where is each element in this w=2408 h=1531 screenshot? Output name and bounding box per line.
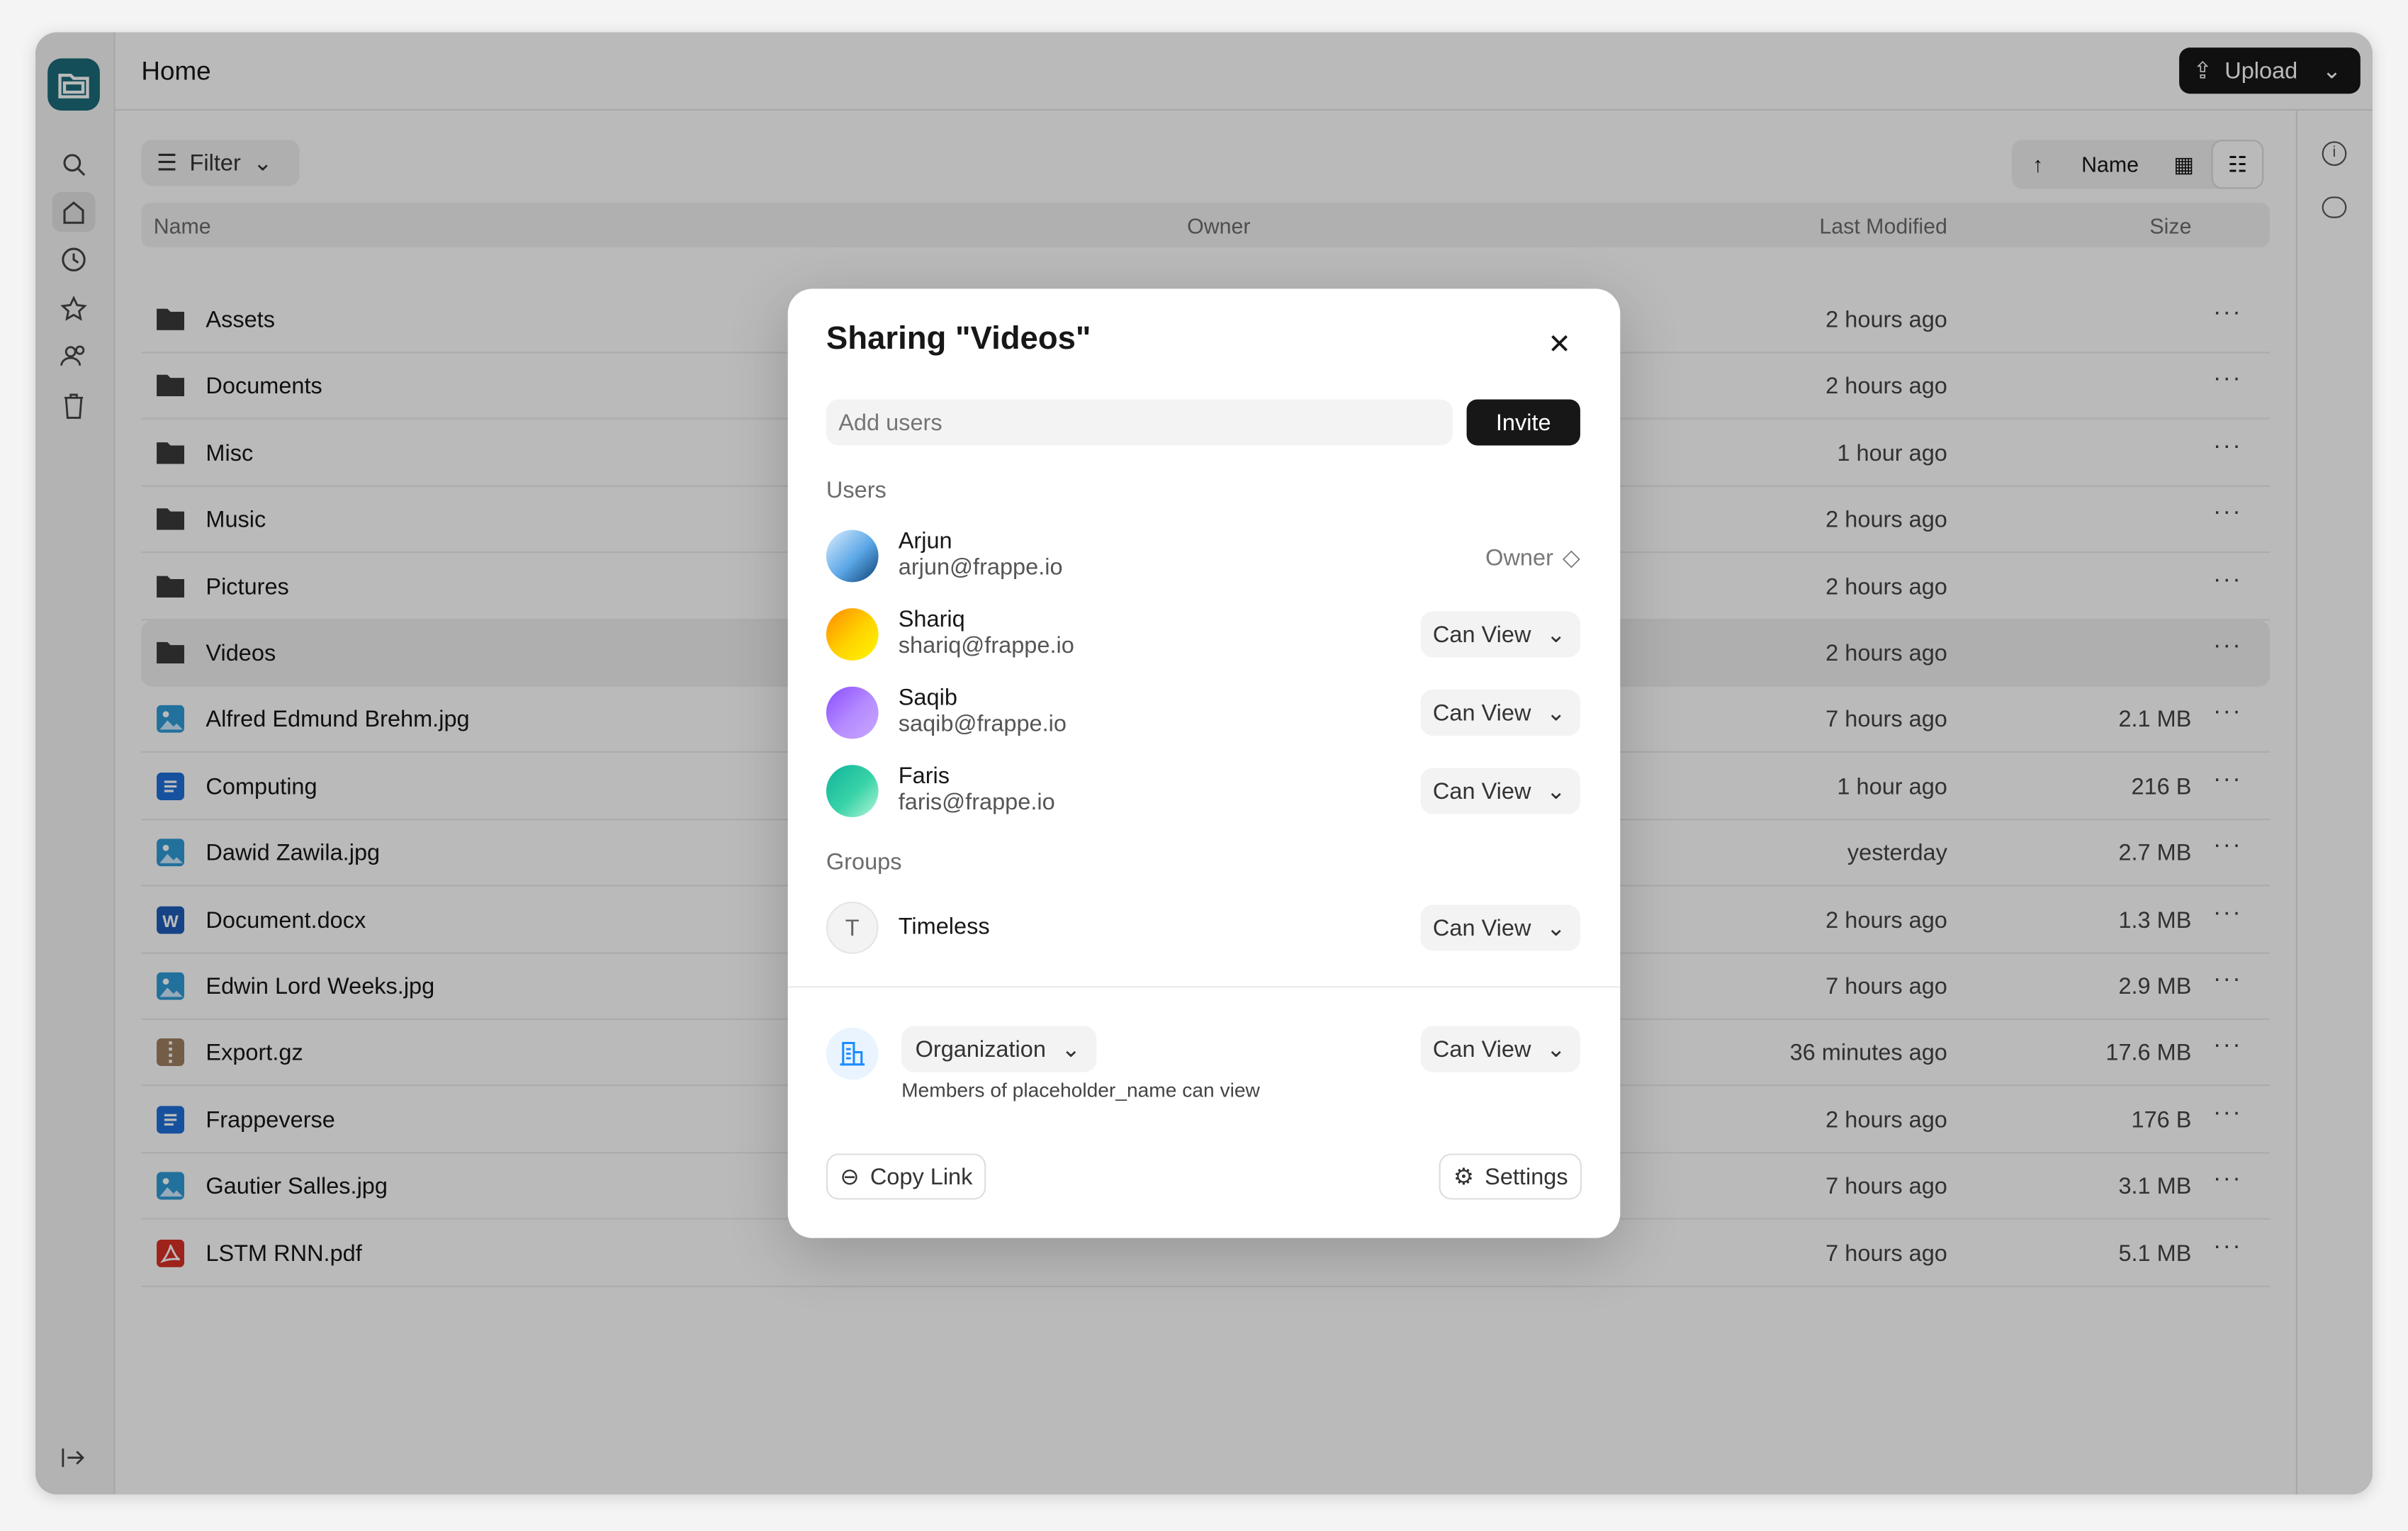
avatar [826, 765, 879, 817]
group-name: Timeless [898, 914, 990, 941]
diamond-icon: ◇ [1562, 545, 1580, 572]
gear-icon: ⚙ [1453, 1164, 1474, 1191]
group-avatar: T [826, 902, 879, 954]
chevron-down-icon: ⌄ [1546, 700, 1566, 727]
chevron-down-icon: ⌄ [1546, 1036, 1566, 1063]
user-name: Saqib [898, 685, 957, 712]
user-email: shariq@frappe.io [898, 632, 1074, 659]
add-users-input[interactable] [826, 399, 1453, 446]
user-email: faris@frappe.io [898, 789, 1055, 816]
org-description: Members of placeholder_name can view [901, 1078, 1260, 1101]
permission-label: Can View [1432, 1036, 1531, 1062]
close-icon[interactable]: ✕ [1548, 329, 1571, 361]
building-icon [826, 1027, 879, 1080]
avatar [826, 529, 879, 583]
user-item: Shariq shariq@frappe.io Can View ⌄ [826, 604, 1580, 666]
org-label: Organization [915, 1036, 1046, 1062]
organization-select[interactable]: Organization ⌄ [901, 1026, 1097, 1072]
user-name: Arjun [898, 528, 952, 555]
invite-button[interactable]: Invite [1466, 399, 1580, 446]
divider [787, 986, 1621, 988]
dialog-title: Sharing "Videos" [826, 320, 1091, 357]
user-email: saqib@frappe.io [898, 711, 1067, 738]
user-email: arjun@frappe.io [898, 554, 1063, 581]
avatar [826, 608, 879, 661]
user-item: Arjun arjun@frappe.io Owner ◇ [826, 525, 1580, 587]
user-item: Faris faris@frappe.io Can View ⌄ [826, 761, 1580, 822]
group-permission-select[interactable]: Can View ⌄ [1420, 904, 1580, 951]
owner-label: Owner ◇ [1485, 544, 1580, 571]
user-permission-select[interactable]: Can View ⌄ [1420, 690, 1580, 736]
share-dialog: Sharing "Videos" ✕ Invite Users Arjun ar… [787, 288, 1621, 1238]
copy-link-button[interactable]: ⊖ Copy Link [826, 1153, 986, 1200]
user-name: Shariq [898, 607, 965, 633]
avatar [826, 686, 879, 739]
link-icon: ⊖ [840, 1164, 860, 1191]
groups-section-label: Groups [826, 849, 902, 876]
settings-button[interactable]: ⚙ Settings [1439, 1153, 1582, 1200]
user-permission-select[interactable]: Can View ⌄ [1420, 611, 1580, 658]
copy-link-label: Copy Link [870, 1163, 973, 1190]
permission-label: Can View [1432, 778, 1531, 804]
access-label: Owner [1485, 544, 1553, 571]
users-section-label: Users [826, 477, 887, 504]
group-item: T Timeless Can View ⌄ [826, 897, 1580, 959]
user-name: Faris [898, 763, 950, 790]
user-permission-select[interactable]: Can View ⌄ [1420, 768, 1580, 814]
permission-label: Can View [1432, 700, 1531, 726]
chevron-down-icon: ⌄ [1546, 778, 1566, 805]
org-permission-select[interactable]: Can View ⌄ [1420, 1026, 1580, 1072]
user-item: Saqib saqib@frappe.io Can View ⌄ [826, 682, 1580, 744]
permission-label: Can View [1432, 621, 1531, 648]
chevron-down-icon: ⌄ [1546, 622, 1566, 649]
settings-label: Settings [1485, 1163, 1568, 1190]
chevron-down-icon: ⌄ [1061, 1036, 1081, 1063]
permission-label: Can View [1432, 914, 1531, 941]
chevron-down-icon: ⌄ [1546, 915, 1566, 942]
